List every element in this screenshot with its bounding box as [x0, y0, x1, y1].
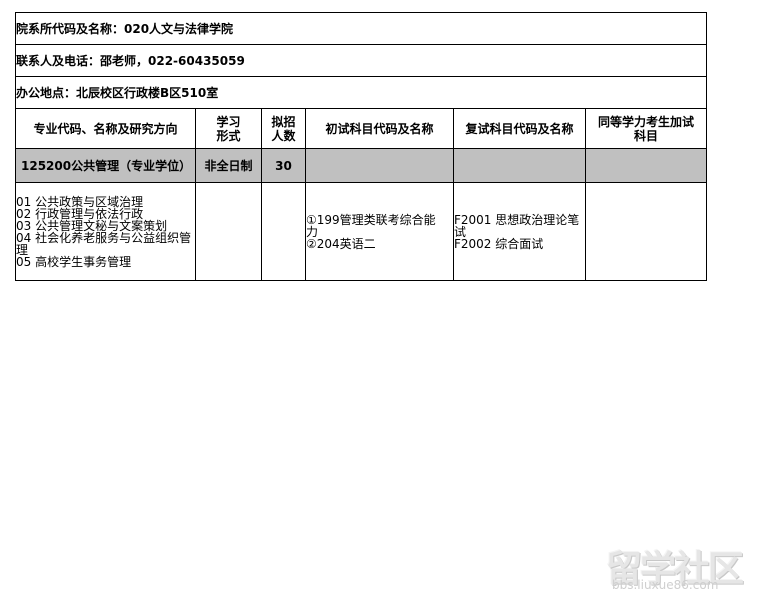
direction-item: 02 行政管理与依法行政 — [16, 206, 144, 221]
first-exam-subjects: ①199管理类联考综合能 力 ②204英语二 — [305, 182, 454, 281]
detail-quota-empty — [261, 182, 306, 281]
program-row: 125200公共管理（专业学位） 非全日制 30 — [15, 148, 707, 183]
first-exam-line: ①199管理类联考综合能 — [306, 212, 436, 227]
program-first-exam-empty — [305, 148, 454, 183]
direction-item: 03 公共管理文秘与文案策划 — [16, 218, 168, 233]
research-directions: 01 公共政策与区域治理 02 行政管理与依法行政 03 公共管理文秘与文案策划… — [15, 182, 196, 281]
header-quota-line1: 拟招 — [271, 114, 296, 129]
direction-item: 05 高校学生事务管理 — [16, 254, 132, 269]
direction-item: 01 公共政策与区域治理 — [16, 194, 144, 209]
admissions-table: 院系所代码及名称：020人文与法律学院 联系人及电话：邵老师，022-60435… — [15, 12, 707, 281]
department-line: 院系所代码及名称：020人文与法律学院 — [16, 22, 234, 36]
department-row: 院系所代码及名称：020人文与法律学院 — [15, 12, 707, 45]
detail-row: 01 公共政策与区域治理 02 行政管理与依法行政 03 公共管理文秘与文案策划… — [15, 182, 707, 281]
header-row: 专业代码、名称及研究方向 学习 形式 拟招 人数 初试科目代码及名称 复试科目代码及… — [15, 108, 707, 149]
watermark: 留学社区 bbs.liuxue86.com — [606, 540, 766, 596]
retest-line: F2001 思想政治理论笔 — [454, 212, 580, 227]
header-first-exam: 初试科目代码及名称 — [305, 108, 454, 149]
header-major-label: 专业代码、名称及研究方向 — [33, 121, 178, 136]
header-equivalent-line2: 科目 — [633, 128, 658, 143]
header-retest-label: 复试科目代码及名称 — [465, 121, 574, 136]
office-row: 办公地点：北辰校区行政楼B区510室 — [15, 76, 707, 109]
retest-subjects: F2001 思想政治理论笔 试 F2002 综合面试 — [453, 182, 586, 281]
header-major: 专业代码、名称及研究方向 — [15, 108, 196, 149]
header-study-mode-line1: 学习 — [216, 114, 241, 129]
header-quota: 拟招 人数 — [261, 108, 306, 149]
header-study-mode: 学习 形式 — [195, 108, 262, 149]
direction-item: 04 社会化养老服务与公益组织管 — [16, 230, 192, 245]
program-equivalent-empty — [585, 148, 707, 183]
header-equivalent-line1: 同等学力考生加试 — [597, 114, 694, 129]
office-line: 办公地点：北辰校区行政楼B区510室 — [16, 86, 219, 100]
program-name: 125200公共管理（专业学位） — [15, 148, 196, 183]
contact-line: 联系人及电话：邵老师，022-60435059 — [16, 54, 245, 68]
equivalent-subjects-empty — [585, 182, 707, 281]
first-exam-line: ②204英语二 — [306, 236, 376, 251]
header-equivalent: 同等学力考生加试 科目 — [585, 108, 707, 149]
detail-study-mode-empty — [195, 182, 262, 281]
first-exam-line: 力 — [306, 224, 319, 239]
header-study-mode-line2: 形式 — [216, 128, 241, 143]
retest-line: 试 — [454, 224, 467, 239]
program-study-mode: 非全日制 — [195, 148, 262, 183]
header-retest: 复试科目代码及名称 — [453, 108, 586, 149]
program-quota: 30 — [261, 148, 306, 183]
header-first-exam-label: 初试科目代码及名称 — [325, 121, 434, 136]
watermark-url: bbs.liuxue86.com — [612, 578, 719, 592]
retest-line: F2002 综合面试 — [454, 236, 544, 251]
direction-item: 理 — [16, 242, 29, 257]
header-quota-line2: 人数 — [271, 128, 296, 143]
program-retest-empty — [453, 148, 586, 183]
contact-row: 联系人及电话：邵老师，022-60435059 — [15, 44, 707, 77]
